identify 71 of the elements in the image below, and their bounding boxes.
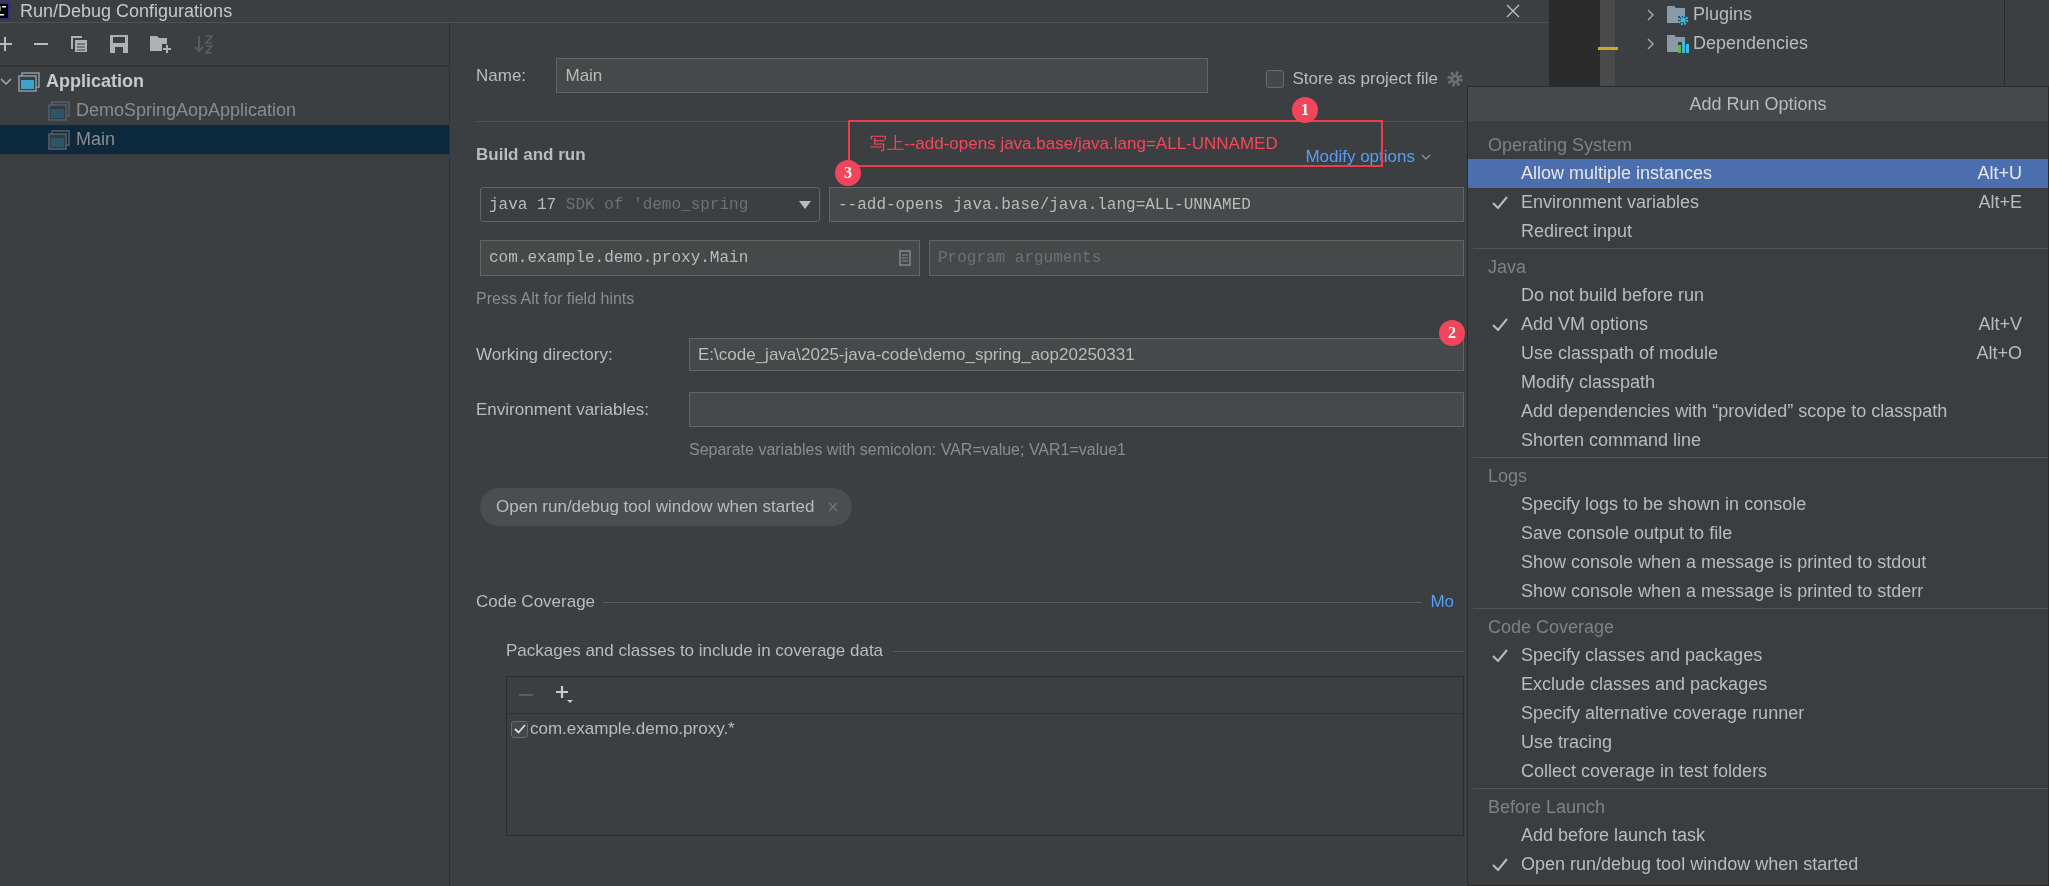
menu-item[interactable]: Exclude classes and packages	[1468, 670, 2048, 699]
save-icon[interactable]	[110, 35, 128, 53]
group-title: Packages and classes to include in coverage data	[506, 641, 884, 661]
scroll-marker	[1598, 47, 1618, 50]
tree-item[interactable]: Application	[46, 71, 144, 92]
menu-item[interactable]: Allow multiple instances Alt+U	[1468, 159, 2048, 188]
project-tree-item[interactable]: Plugins	[1693, 4, 1753, 25]
menu-item[interactable]: Specify classes and packages	[1468, 641, 2048, 670]
chevron-down-icon[interactable]	[1421, 153, 1431, 161]
menu-item[interactable]: Do not build before run	[1468, 281, 2048, 310]
name-field[interactable]: Main	[556, 58, 1209, 93]
menu-item[interactable]: Add VM options Alt+V	[1468, 310, 2048, 339]
folder-chart-icon	[1667, 33, 1689, 54]
field-label: Environment variables:	[476, 399, 650, 420]
checkbox[interactable]	[1266, 69, 1285, 88]
checkbox[interactable]	[511, 720, 528, 738]
application-icon	[48, 129, 70, 150]
add-icon[interactable]	[555, 685, 575, 705]
field-label: Working directory:	[476, 344, 614, 365]
remove-icon[interactable]	[34, 42, 48, 46]
menu-item[interactable]: Specify logs to be shown in console	[1468, 490, 2048, 519]
app-logo-icon	[0, 2, 10, 20]
menu-item[interactable]: Add before launch task	[1468, 821, 2048, 850]
group-title: Logs	[1487, 464, 1529, 488]
dropdown-arrow-icon[interactable]	[799, 200, 811, 209]
menu-item[interactable]: Collect coverage in test folders	[1468, 757, 2048, 786]
checkmark-icon	[1491, 196, 1508, 209]
menu-item[interactable]: Shorten command line	[1468, 426, 2048, 455]
checkmark-icon	[1491, 318, 1508, 331]
application-icon	[48, 100, 70, 121]
main-class-field[interactable]: com.example.demo.proxy.Main	[480, 240, 920, 276]
menu-item[interactable]: Add dependencies with “provided” scope to classpath	[1468, 397, 2048, 426]
vm-options-field[interactable]: --add-opens java.base/java.lang=ALL-UNNAMED	[829, 187, 1464, 222]
close-icon[interactable]	[1506, 4, 1520, 18]
menu-item[interactable]: Show console when a message is printed to stdout	[1468, 548, 2048, 577]
section-title: Code Coverage	[476, 592, 596, 612]
popup-title: Add Run Options	[1468, 87, 2048, 121]
group-title: Operating System	[1487, 133, 1634, 157]
menu-item[interactable]: Modify classpath	[1468, 368, 2048, 397]
menu-item[interactable]: Environment variables Alt+E	[1468, 188, 2048, 217]
option-chip[interactable]: Open run/debug tool window when started	[480, 488, 853, 526]
modify-link[interactable]: Mo	[1430, 592, 1454, 612]
project-tree-item[interactable]: Dependencies	[1693, 33, 1809, 54]
menu-item[interactable]: Specify alternative coverage runner	[1468, 699, 2048, 728]
checkmark-icon	[1491, 858, 1508, 871]
working-directory-field[interactable]: E:\code_java\2025-java-code\demo_spring_aop20250331	[689, 338, 1464, 371]
group-title: Before Launch	[1487, 795, 1607, 819]
group-title: Code Coverage	[1487, 615, 1616, 639]
add-folder-icon[interactable]	[150, 35, 172, 53]
group-title: Java	[1487, 255, 1528, 279]
tree-item[interactable]: DemoSpringAopApplication	[0, 96, 449, 125]
pattern-text: com.example.demo.proxy.*	[530, 719, 735, 739]
add-icon[interactable]	[0, 37, 12, 51]
menu-item[interactable]: Use classpath of module Alt+O	[1468, 339, 2048, 368]
menu-item[interactable]: Save console output to file	[1468, 519, 2048, 548]
copy-icon[interactable]	[70, 35, 88, 53]
checkbox-label: Store as project file	[1292, 68, 1438, 89]
menu-item[interactable]: Open run/debug tool window when started	[1468, 850, 2048, 879]
window-title: Run/Debug Configurations	[20, 0, 233, 22]
menu-item[interactable]: Redirect input	[1468, 217, 2048, 246]
application-icon	[18, 71, 40, 92]
name-label: Name:	[476, 65, 528, 86]
section-title: Build and run	[476, 145, 586, 165]
environment-variables-field[interactable]	[689, 392, 1464, 427]
hint-text: Separate variables with semicolon: VAR=value; VAR1=value1	[689, 441, 1127, 459]
menu-item[interactable]: Use tracing	[1468, 728, 2048, 757]
checkmark-icon	[1491, 649, 1508, 662]
menu-item[interactable]: Show console when a message is printed to stderr	[1468, 577, 2048, 606]
hint-text: Press Alt for field hints	[476, 290, 636, 308]
folder-gear-icon	[1667, 4, 1689, 25]
tree-item[interactable]: Main	[0, 125, 449, 154]
